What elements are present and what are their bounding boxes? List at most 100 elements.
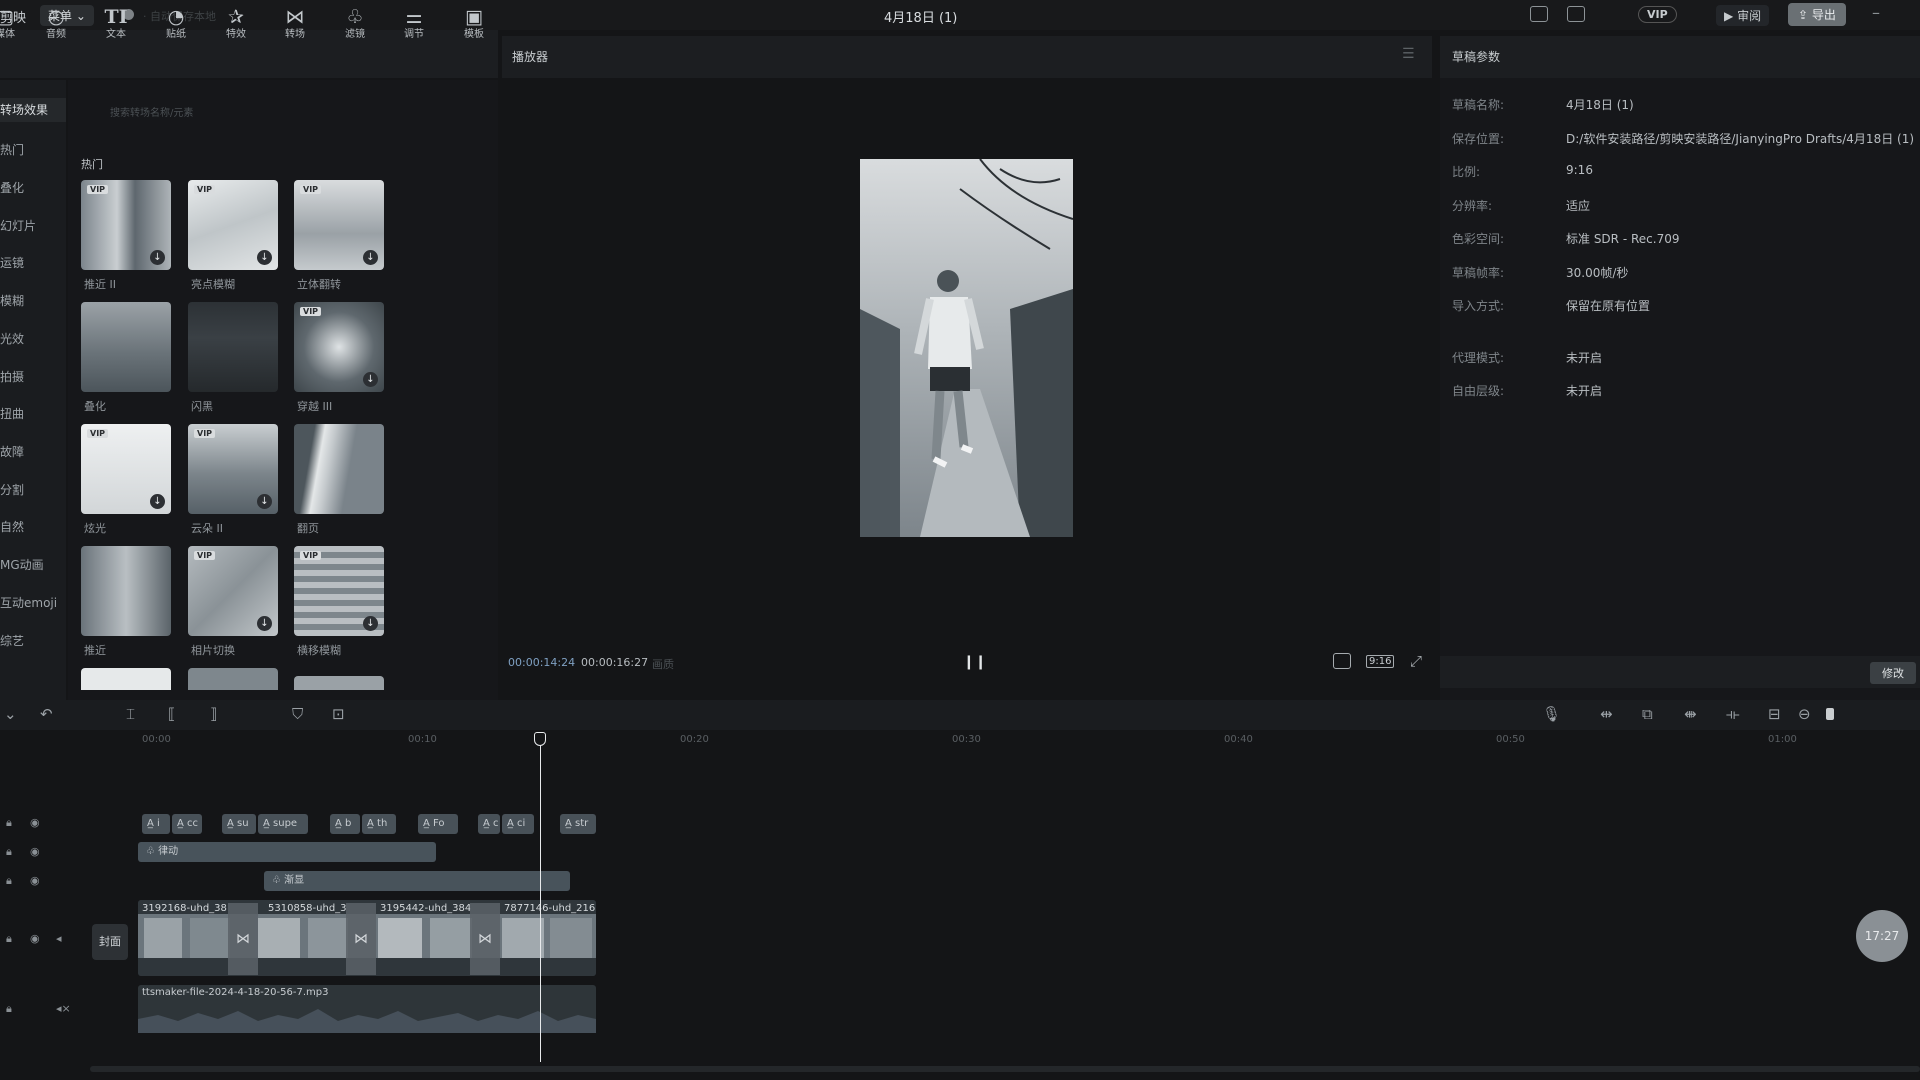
timeline-scrollbar[interactable] bbox=[90, 1066, 1920, 1072]
zoom-slider-handle[interactable] bbox=[1826, 708, 1834, 720]
sidebar-item-mg[interactable]: MG动画 bbox=[0, 556, 66, 573]
text-clip[interactable]: A̲ str bbox=[560, 814, 596, 834]
transition-thumb[interactable] bbox=[294, 424, 384, 514]
sidebar-item-glitch[interactable]: 故障 bbox=[0, 443, 66, 460]
tab-media[interactable]: ▢媒体 bbox=[0, 6, 30, 42]
linkage-icon[interactable]: ⇼ bbox=[1684, 705, 1697, 723]
tab-transition[interactable]: ⋈ 转场 bbox=[270, 6, 320, 42]
download-icon[interactable]: ↓ bbox=[363, 616, 378, 631]
fit-icon[interactable] bbox=[1333, 653, 1351, 669]
snap-icon[interactable]: ⧉ bbox=[1642, 705, 1653, 723]
download-icon[interactable]: ↓ bbox=[363, 372, 378, 387]
sidebar-item-dissolve[interactable]: 叠化 bbox=[0, 179, 66, 196]
transition-thumb[interactable]: VIP ↓ bbox=[188, 546, 278, 636]
eye-icon[interactable]: ◉ bbox=[30, 932, 40, 945]
sidebar-item-nature[interactable]: 自然 bbox=[0, 518, 66, 535]
tab-text[interactable]: TI 文本 bbox=[91, 6, 141, 42]
shield-icon[interactable]: ⛉ bbox=[292, 705, 303, 723]
quality-label[interactable]: 画质 bbox=[652, 656, 674, 672]
layout-icon[interactable] bbox=[1567, 6, 1585, 22]
transition-thumb[interactable]: VIP ↓ bbox=[188, 424, 278, 514]
text-clip[interactable]: A̲ Fo bbox=[418, 814, 458, 834]
text-clip[interactable]: A̲ ci bbox=[502, 814, 534, 834]
tab-sticker[interactable]: ◔ 贴纸 bbox=[151, 6, 201, 42]
transition-marker[interactable]: ⋈ bbox=[228, 903, 258, 975]
eye-icon[interactable]: ◉ bbox=[30, 816, 40, 829]
tab-effects[interactable]: ✰ 特效 bbox=[211, 6, 261, 42]
download-icon[interactable]: ↓ bbox=[363, 250, 378, 265]
sidebar-item-blur[interactable]: 模糊 bbox=[0, 292, 66, 309]
download-icon[interactable]: ↓ bbox=[257, 616, 272, 631]
video-preview[interactable] bbox=[860, 159, 1073, 537]
text-clip[interactable]: A̲ b bbox=[330, 814, 360, 834]
sidebar-item-emoji[interactable]: 互动emoji bbox=[0, 594, 66, 611]
playhead-handle[interactable] bbox=[534, 732, 546, 746]
transition-thumb[interactable] bbox=[188, 668, 278, 690]
lock-icon[interactable]: 🔒︎ bbox=[6, 845, 12, 859]
sidebar-item-light[interactable]: 光效 bbox=[0, 330, 66, 347]
lock-icon[interactable]: 🔒︎ bbox=[6, 932, 12, 946]
microphone-icon[interactable]: 🎙 bbox=[1542, 705, 1561, 723]
text-clip[interactable]: A̲ th bbox=[362, 814, 396, 834]
sidebar-item-distort[interactable]: 扭曲 bbox=[0, 405, 66, 422]
sidebar-item-slideshow[interactable]: 幻灯片 bbox=[0, 217, 66, 234]
tab-filter[interactable]: ♧ 滤镜 bbox=[330, 6, 380, 42]
transition-thumb[interactable] bbox=[81, 668, 171, 690]
vip-button[interactable]: VIP bbox=[1638, 6, 1677, 23]
transition-thumb[interactable]: VIP ↓ bbox=[294, 302, 384, 392]
chevron-down-icon[interactable]: ⌄ bbox=[4, 705, 17, 723]
transition-thumb[interactable] bbox=[81, 302, 171, 392]
search-input[interactable]: 搜索转场名称/元素 bbox=[110, 104, 193, 119]
eye-icon[interactable]: ◉ bbox=[30, 874, 40, 887]
download-icon[interactable]: ↓ bbox=[150, 494, 165, 509]
ratio-button[interactable]: 9:16 bbox=[1366, 655, 1395, 668]
sidebar-item-shoot[interactable]: 拍摄 bbox=[0, 368, 66, 385]
transition-thumb[interactable]: VIP ↓ bbox=[81, 180, 171, 270]
eye-icon[interactable]: ◉ bbox=[30, 845, 40, 858]
transition-thumb[interactable] bbox=[294, 676, 384, 690]
transition-thumb[interactable]: VIP ↓ bbox=[81, 424, 171, 514]
text-clip[interactable]: A̲ su bbox=[222, 814, 256, 834]
tab-adjust[interactable]: ⚌ 调节 bbox=[389, 6, 439, 42]
text-clip[interactable]: A̲ c bbox=[478, 814, 500, 834]
minimize-icon[interactable]: – bbox=[1872, 3, 1880, 22]
lock-icon[interactable]: 🔒︎ bbox=[6, 1002, 12, 1016]
download-icon[interactable]: ↓ bbox=[257, 250, 272, 265]
mute-icon[interactable]: ◂× bbox=[56, 1002, 71, 1015]
transition-thumb[interactable]: VIP ↓ bbox=[188, 180, 278, 270]
sidebar-item-variety[interactable]: 综艺 bbox=[0, 632, 66, 649]
sidebar-item-hot[interactable]: 热门 bbox=[0, 141, 66, 158]
transition-thumb[interactable] bbox=[188, 302, 278, 392]
playhead[interactable] bbox=[540, 732, 541, 1062]
volume-icon[interactable]: ◂ bbox=[56, 932, 62, 945]
review-button[interactable]: ▶ 审阅 bbox=[1716, 5, 1770, 26]
transition-thumb[interactable]: VIP ↓ bbox=[294, 180, 384, 270]
effect-clip[interactable]: ♧ 渐显 bbox=[264, 871, 570, 891]
sidebar-item-camera-move[interactable]: 运镜 bbox=[0, 254, 66, 271]
effect-clip[interactable]: ♧ 律动 bbox=[138, 842, 436, 862]
shortcut-icon[interactable] bbox=[1530, 6, 1548, 22]
export-button[interactable]: ⇪ 导出 bbox=[1788, 3, 1846, 26]
split-screen-icon[interactable]: ⟛ bbox=[1726, 705, 1740, 723]
pause-button[interactable]: ❙❙ bbox=[963, 654, 986, 670]
link-main-track-icon[interactable]: ⇹ bbox=[1600, 705, 1613, 723]
tab-audio[interactable]: ◴ 音频 bbox=[31, 6, 81, 42]
lock-icon[interactable]: 🔒︎ bbox=[6, 816, 12, 830]
download-icon[interactable]: ↓ bbox=[150, 250, 165, 265]
trim-right-icon[interactable]: ⟧ bbox=[210, 705, 217, 723]
edit-button[interactable]: 修改 bbox=[1870, 662, 1916, 684]
preview-axis-icon[interactable]: ⊟ bbox=[1768, 705, 1781, 723]
sidebar-item-transition-effects[interactable]: 转场效果 bbox=[0, 98, 66, 122]
text-clip[interactable]: A̲ supe bbox=[258, 814, 308, 834]
trim-left-icon[interactable]: ⟦ bbox=[168, 705, 175, 723]
transition-thumb[interactable] bbox=[81, 546, 171, 636]
menu-icon[interactable]: ☰ bbox=[1402, 46, 1415, 62]
fullscreen-icon[interactable]: ⤢ bbox=[1410, 652, 1422, 670]
tab-template[interactable]: ▣ 模板 bbox=[449, 6, 499, 42]
download-icon[interactable]: ↓ bbox=[257, 494, 272, 509]
transition-marker[interactable]: ⋈ bbox=[470, 903, 500, 975]
lock-icon[interactable]: 🔒︎ bbox=[6, 874, 12, 888]
image-icon[interactable]: ⊡ bbox=[332, 705, 345, 723]
text-clip[interactable]: A̲ i bbox=[142, 814, 170, 834]
cover-button[interactable]: 封面 bbox=[92, 924, 128, 960]
